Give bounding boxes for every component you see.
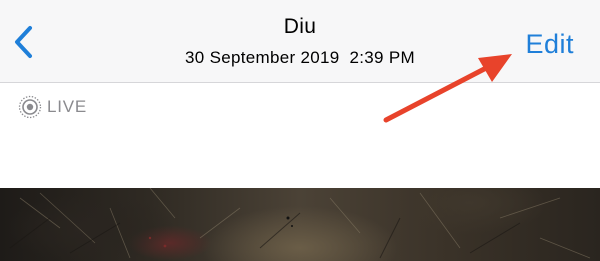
title-block: Diu 30 September 2019 2:39 PM bbox=[150, 14, 450, 68]
page-title: Diu bbox=[283, 15, 317, 38]
edit-button[interactable]: Edit bbox=[525, 28, 574, 60]
photo-viewer-screen: Diu 30 September 2019 2:39 PM Edit LIVE bbox=[0, 0, 600, 261]
live-photo-icon bbox=[18, 95, 42, 119]
navigation-bar: Diu 30 September 2019 2:39 PM Edit bbox=[0, 0, 600, 83]
back-button[interactable] bbox=[8, 22, 44, 62]
live-label: LIVE bbox=[47, 97, 88, 116]
photo-date-time: 30 September 2019 2:39 PM bbox=[185, 48, 415, 67]
live-photo-badge[interactable]: LIVE bbox=[18, 95, 87, 119]
photo-texture bbox=[9, 188, 591, 259]
chevron-left-icon bbox=[15, 26, 32, 58]
photo-preview[interactable] bbox=[0, 188, 600, 261]
